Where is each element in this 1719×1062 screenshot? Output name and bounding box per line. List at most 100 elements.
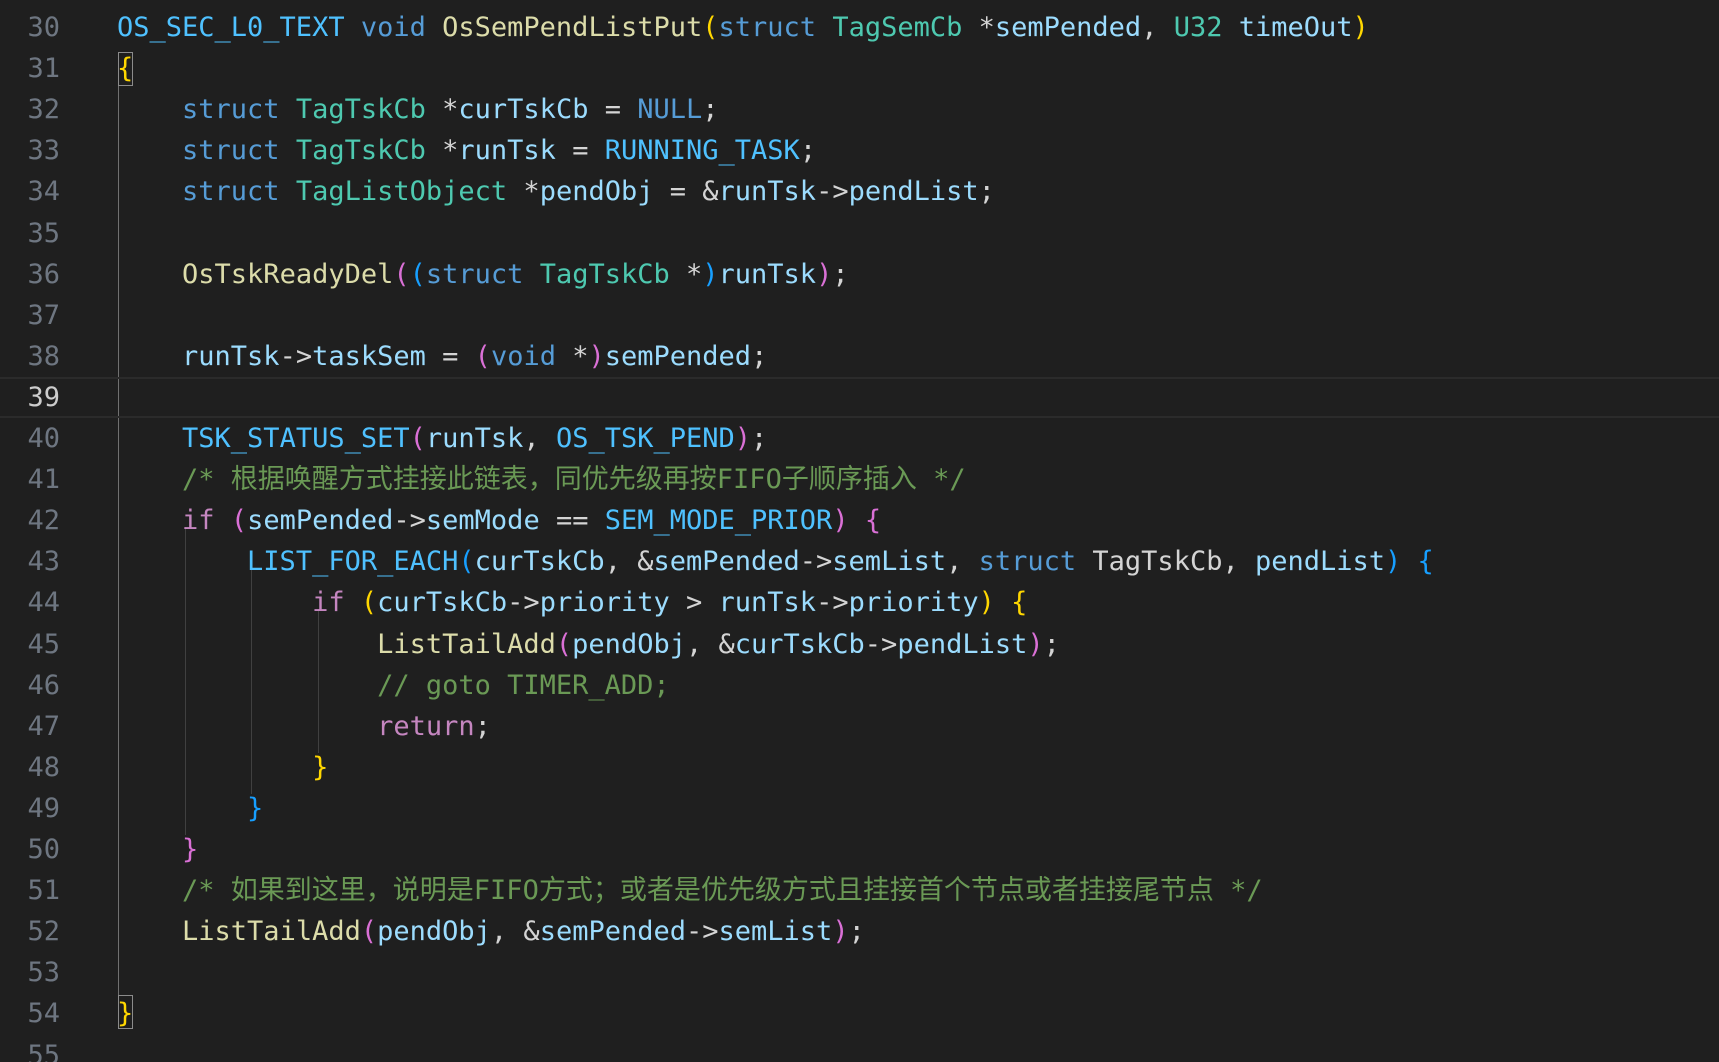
code-text[interactable]: if (curTskCb->priority > runTsk->priorit… bbox=[117, 582, 1027, 623]
code-token: runTsk bbox=[182, 340, 280, 372]
code-line[interactable]: 41 /* 根据唤醒方式挂接此链表，同优先级再按FIFO子顺序插入 */ bbox=[0, 459, 1719, 500]
line-number[interactable]: 43 bbox=[0, 541, 60, 582]
line-number[interactable]: 44 bbox=[0, 582, 60, 623]
code-text[interactable]: } bbox=[117, 829, 198, 870]
code-line[interactable]: 54} bbox=[0, 993, 1719, 1034]
code-text[interactable]: struct TagTskCb *curTskCb = NULL; bbox=[117, 89, 719, 130]
code-line[interactable]: 33 struct TagTskCb *runTsk = RUNNING_TAS… bbox=[0, 130, 1719, 171]
line-number[interactable]: 50 bbox=[0, 829, 60, 870]
code-line[interactable]: 51 /* 如果到这里，说明是FIFO方式；或者是优先级方式且挂接首个节点或者挂… bbox=[0, 870, 1719, 911]
code-line[interactable]: 34 struct TagListObject *pendObj = &runT… bbox=[0, 171, 1719, 212]
line-number[interactable]: 51 bbox=[0, 870, 60, 911]
line-number[interactable]: 45 bbox=[0, 624, 60, 665]
code-token: struct bbox=[718, 12, 817, 43]
line-number[interactable]: 46 bbox=[0, 665, 60, 706]
code-text[interactable]: // goto TIMER_ADD; bbox=[117, 665, 670, 706]
code-token: priority bbox=[848, 587, 979, 619]
code-line[interactable]: 32 struct TagTskCb *curTskCb = NULL; bbox=[0, 89, 1719, 130]
code-line[interactable]: 37 bbox=[0, 295, 1719, 336]
code-token: = bbox=[588, 94, 638, 126]
line-number[interactable]: 35 bbox=[0, 213, 60, 254]
code-line[interactable]: 38 runTsk->taskSem = (void *)semPended; bbox=[0, 336, 1719, 377]
code-text[interactable]: ListTailAdd(pendObj, &semPended->semList… bbox=[117, 911, 865, 952]
code-token: OsSemPendListPut bbox=[442, 12, 703, 43]
code-line[interactable]: 42 if (semPended->semMode == SEM_MODE_PR… bbox=[0, 500, 1719, 541]
line-number[interactable]: 42 bbox=[0, 500, 60, 541]
code-token: semPended bbox=[247, 505, 394, 537]
line-number[interactable]: 33 bbox=[0, 130, 60, 171]
code-text[interactable]: } bbox=[117, 788, 263, 829]
code-line[interactable]: 48 } bbox=[0, 747, 1719, 788]
code-text[interactable]: { bbox=[117, 48, 133, 89]
code-token: -> bbox=[816, 587, 849, 619]
code-text[interactable]: OsTskReadyDel((struct TagTskCb *)runTsk)… bbox=[117, 254, 849, 295]
code-token: ( bbox=[230, 505, 248, 537]
code-token: ) bbox=[832, 505, 849, 537]
code-line[interactable]: 55 bbox=[0, 1035, 1719, 1062]
line-number[interactable]: 40 bbox=[0, 418, 60, 459]
line-number[interactable]: 41 bbox=[0, 459, 60, 500]
code-line[interactable]: 46 // goto TIMER_ADD; bbox=[0, 665, 1719, 706]
code-token: ; bbox=[848, 916, 865, 948]
line-number[interactable]: 39 bbox=[0, 377, 60, 418]
code-token: * bbox=[507, 176, 540, 208]
code-text[interactable]: runTsk->taskSem = (void *)semPended; bbox=[117, 336, 767, 377]
line-number[interactable]: 34 bbox=[0, 171, 60, 212]
code-line[interactable]: 52 ListTailAdd(pendObj, &semPended->semL… bbox=[0, 911, 1719, 952]
code-line[interactable]: 44 if (curTskCb->priority > runTsk->prio… bbox=[0, 582, 1719, 623]
line-number[interactable]: 48 bbox=[0, 747, 60, 788]
code-text[interactable]: TSK_STATUS_SET(runTsk, OS_TSK_PEND); bbox=[117, 418, 767, 459]
code-token: /* 根据唤醒方式挂接此链表，同优先级再按FIFO子顺序插入 */ bbox=[182, 464, 966, 496]
code-token: TagSemCb bbox=[832, 12, 963, 43]
code-text[interactable]: LIST_FOR_EACH(curTskCb, &semPended->semL… bbox=[117, 541, 1434, 582]
code-token: TagTskCb bbox=[539, 258, 670, 290]
code-text[interactable]: } bbox=[117, 993, 133, 1034]
line-number[interactable]: 47 bbox=[0, 706, 60, 747]
code-token: struct bbox=[182, 94, 280, 126]
code-text[interactable]: /* 如果到这里，说明是FIFO方式；或者是优先级方式且挂接首个节点或者挂接尾节… bbox=[117, 870, 1263, 911]
code-line[interactable]: 40 TSK_STATUS_SET(runTsk, OS_TSK_PEND); bbox=[0, 418, 1719, 459]
code-text[interactable]: return; bbox=[117, 706, 491, 747]
code-token: -> bbox=[816, 176, 849, 208]
code-text[interactable]: struct TagListObject *pendObj = &runTsk-… bbox=[117, 171, 995, 212]
code-line[interactable]: 31 { bbox=[0, 48, 1719, 89]
code-line[interactable]: 35 bbox=[0, 213, 1719, 254]
code-text[interactable]: } bbox=[117, 747, 328, 788]
code-line[interactable]: 49 } bbox=[0, 788, 1719, 829]
code-line[interactable]: 47 return; bbox=[0, 706, 1719, 747]
line-number[interactable]: 52 bbox=[0, 911, 60, 952]
code-text[interactable]: ListTailAdd(pendObj, &curTskCb->pendList… bbox=[117, 624, 1060, 665]
code-text[interactable]: /* 根据唤醒方式挂接此链表，同优先级再按FIFO子顺序插入 */ bbox=[117, 459, 966, 500]
code-line[interactable]: 39 bbox=[0, 377, 1719, 418]
line-number[interactable]: 54 bbox=[0, 993, 60, 1034]
line-number[interactable]: 38 bbox=[0, 336, 60, 377]
line-number[interactable]: 37 bbox=[0, 295, 60, 336]
line-number[interactable]: 53 bbox=[0, 952, 60, 993]
line-number[interactable]: 31 bbox=[0, 48, 60, 89]
line-number[interactable]: 32 bbox=[0, 89, 60, 130]
line-number[interactable]: 36 bbox=[0, 254, 60, 295]
line-number[interactable]: 30 bbox=[0, 7, 60, 48]
code-text[interactable]: OS_SEC_L0_TEXT void OsSemPendListPut(str… bbox=[117, 7, 1369, 48]
code-line[interactable]: 45 ListTailAdd(pendObj, &curTskCb->pendL… bbox=[0, 624, 1719, 665]
code-line[interactable]: 36 OsTskReadyDel((struct TagTskCb *)runT… bbox=[0, 254, 1719, 295]
code-line[interactable]: 30 OS_SEC_L0_TEXT void OsSemPendListPut(s… bbox=[0, 7, 1719, 48]
code-text[interactable]: struct TagTskCb *runTsk = RUNNING_TASK; bbox=[117, 130, 816, 171]
line-number[interactable]: 49 bbox=[0, 788, 60, 829]
code-text[interactable]: if (semPended->semMode == SEM_MODE_PRIOR… bbox=[117, 500, 881, 541]
code-token: pendObj bbox=[539, 176, 654, 208]
code-line[interactable]: 53 bbox=[0, 952, 1719, 993]
code-line[interactable]: 43 LIST_FOR_EACH(curTskCb, &semPended->s… bbox=[0, 541, 1719, 582]
code-token: = bbox=[425, 340, 475, 372]
line-number[interactable]: 55 bbox=[0, 1035, 60, 1062]
code-token: , bbox=[946, 546, 979, 578]
code-line[interactable]: 50 } bbox=[0, 829, 1719, 870]
code-editor[interactable]: 30 OS_SEC_L0_TEXT void OsSemPendListPut(s… bbox=[0, 0, 1719, 1062]
code-token: = bbox=[555, 135, 605, 167]
